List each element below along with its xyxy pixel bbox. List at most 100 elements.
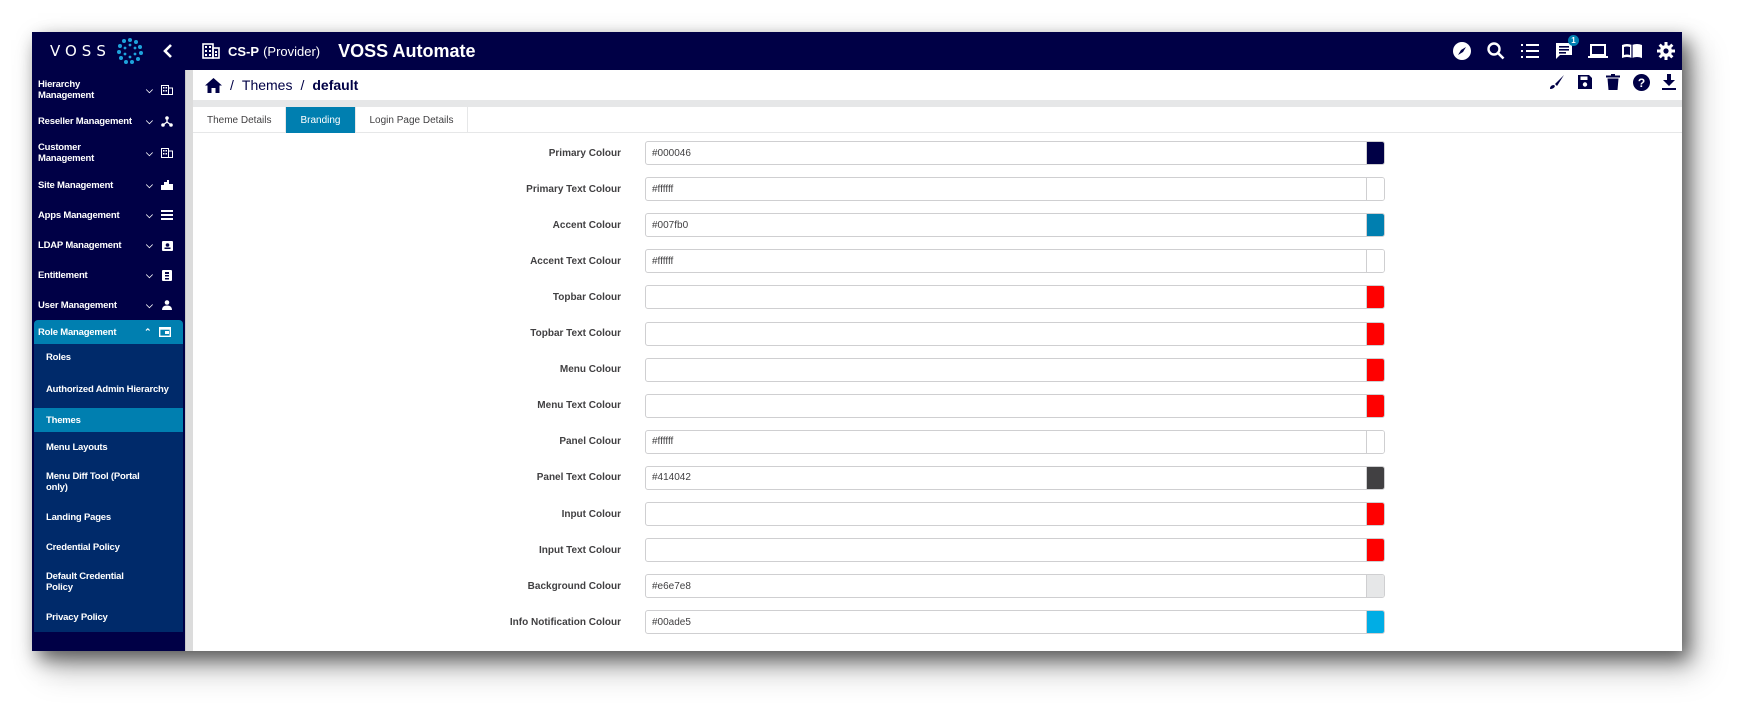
sidebar-item-site-management[interactable]: Site Management ⌵ (32, 170, 185, 200)
color-swatch[interactable] (1366, 250, 1384, 273)
field-label: Menu Colour (559, 364, 621, 376)
field-row-panel-text-colour: Panel Text Colour (193, 465, 1682, 490)
sidebar-subitem-themes[interactable]: Themes (34, 408, 183, 432)
color-swatch[interactable] (1366, 539, 1384, 562)
color-swatch[interactable] (1366, 394, 1384, 417)
input-colour-input[interactable] (646, 503, 1366, 525)
building-icon (202, 43, 220, 59)
compass-icon[interactable] (1450, 39, 1474, 63)
color-input-group (645, 177, 1385, 202)
input-text-colour-input[interactable] (646, 539, 1366, 562)
delete-button[interactable] (1604, 73, 1622, 91)
action-toolbar: ? (1548, 73, 1678, 91)
book-icon[interactable] (1620, 39, 1644, 63)
voss-logo[interactable]: VOSS (50, 32, 145, 70)
sidebar-item-reseller-management[interactable]: Reseller Management ⌵ (32, 106, 185, 136)
panel-text-colour-input[interactable] (646, 466, 1366, 489)
tab-theme-details[interactable]: Theme Details (193, 107, 287, 133)
sidebar-subitem-credential-policy[interactable]: Credential Policy (34, 532, 183, 562)
color-swatch[interactable] (1366, 286, 1384, 309)
app-window: VOSS CS-P (Provider) VOSS Automate 1 Hie… (32, 32, 1682, 651)
gear-icon[interactable] (1654, 39, 1678, 63)
info-notification-colour-input[interactable] (646, 611, 1366, 634)
chevron-down-icon: ⌵ (146, 269, 153, 280)
sidebar-subitem-menu-diff-tool[interactable]: Menu Diff Tool (Portal only) (34, 462, 183, 502)
color-swatch[interactable] (1366, 575, 1384, 598)
chevron-down-icon: ⌵ (146, 299, 153, 310)
home-icon[interactable] (205, 77, 222, 93)
menu-colour-input[interactable] (646, 358, 1366, 381)
tab-login-page-details[interactable]: Login Page Details (356, 107, 469, 133)
sidebar-item-user-management[interactable]: User Management ⌵ (32, 290, 185, 320)
sidebar-subitem-authorized-admin-hierarchy[interactable]: Authorized Admin Hierarchy (34, 370, 183, 408)
field-label: Info Notification Colour (509, 616, 621, 628)
window-icon (158, 325, 172, 339)
sidebar-subitem-privacy-policy[interactable]: Privacy Policy (34, 602, 183, 632)
color-input-group (645, 574, 1385, 599)
chevron-down-icon: ⌵ (146, 209, 153, 220)
download-button[interactable] (1660, 73, 1678, 91)
breadcrumb-current: default (312, 77, 359, 93)
sidebar-item-entitlement[interactable]: Entitlement ⌵ (32, 260, 185, 290)
sidebar-subitem-roles[interactable]: Roles (34, 344, 183, 370)
sidebar: Hierarchy Management ⌵ Reseller Manageme… (32, 70, 185, 651)
color-swatch[interactable] (1366, 322, 1384, 345)
primary-colour-input[interactable] (646, 142, 1366, 164)
field-row-topbar-colour: Topbar Colour (193, 285, 1682, 310)
notification-badge: 1 (1568, 35, 1579, 46)
sidebar-subitem-landing-pages[interactable]: Landing Pages (34, 502, 183, 532)
background-colour-input[interactable] (646, 575, 1366, 598)
topbar-text-colour-input[interactable] (646, 322, 1366, 345)
color-input-group (645, 538, 1385, 563)
tab-branding[interactable]: Branding (286, 107, 356, 133)
color-input-group (645, 213, 1385, 238)
field-row-input-text-colour: Input Text Colour (193, 538, 1682, 563)
sidebar-item-customer-management[interactable]: Customer Management ⌵ (32, 136, 185, 170)
color-swatch[interactable] (1366, 430, 1384, 453)
collapse-sidebar-button[interactable] (156, 38, 180, 64)
sidebar-item-ldap-management[interactable]: LDAP Management ⌵ (32, 230, 185, 260)
logo-mark-icon (116, 38, 143, 64)
color-swatch[interactable] (1366, 503, 1384, 525)
primary-text-colour-input[interactable] (646, 178, 1366, 201)
chat-icon[interactable]: 1 (1552, 35, 1579, 63)
color-swatch[interactable] (1366, 214, 1384, 237)
color-input-group (645, 357, 1385, 382)
contact-card-icon (160, 238, 174, 252)
sidebar-subitem-menu-layouts[interactable]: Menu Layouts (34, 432, 183, 462)
color-input-group (645, 465, 1385, 490)
list-icon[interactable] (1518, 39, 1542, 63)
panel-colour-input[interactable] (646, 430, 1366, 453)
color-swatch[interactable] (1366, 611, 1384, 634)
topbar-colour-input[interactable] (646, 286, 1366, 309)
field-label: Input Colour (561, 508, 621, 520)
save-button[interactable] (1576, 73, 1594, 91)
help-button[interactable]: ? (1632, 73, 1650, 91)
breadcrumb-themes[interactable]: Themes (242, 77, 293, 93)
field-row-menu-text-colour: Menu Text Colour (193, 393, 1682, 418)
search-icon[interactable] (1484, 39, 1508, 63)
color-swatch[interactable] (1366, 178, 1384, 201)
accent-colour-input[interactable] (646, 214, 1366, 237)
color-swatch[interactable] (1366, 358, 1384, 381)
sidebar-item-apps-management[interactable]: Apps Management ⌵ (32, 200, 185, 230)
field-row-info-notification-colour: Info Notification Colour (193, 610, 1682, 635)
brush-button[interactable] (1548, 73, 1566, 91)
sidebar-scrollbar[interactable] (185, 70, 193, 651)
sidebar-item-role-management[interactable]: Role Management ⌃ (34, 320, 183, 344)
chevron-down-icon: ⌵ (146, 147, 153, 158)
color-input-group (645, 249, 1385, 274)
logo-text: VOSS (50, 42, 111, 60)
breadcrumb-separator: / (230, 77, 234, 93)
laptop-icon[interactable] (1586, 39, 1610, 63)
menu-text-colour-input[interactable] (646, 394, 1366, 417)
field-row-topbar-text-colour: Topbar Text Colour (193, 321, 1682, 346)
color-swatch[interactable] (1366, 142, 1384, 164)
accent-text-colour-input[interactable] (646, 250, 1366, 273)
tenant-selector[interactable]: CS-P (Provider) VOSS Automate (202, 32, 476, 70)
field-row-background-colour: Background Colour (193, 574, 1682, 599)
tenant-role: (Provider) (263, 43, 321, 59)
sidebar-subitem-default-credential-policy[interactable]: Default Credential Policy (34, 562, 183, 602)
sidebar-item-hierarchy-management[interactable]: Hierarchy Management ⌵ (32, 74, 185, 106)
color-swatch[interactable] (1366, 466, 1384, 489)
